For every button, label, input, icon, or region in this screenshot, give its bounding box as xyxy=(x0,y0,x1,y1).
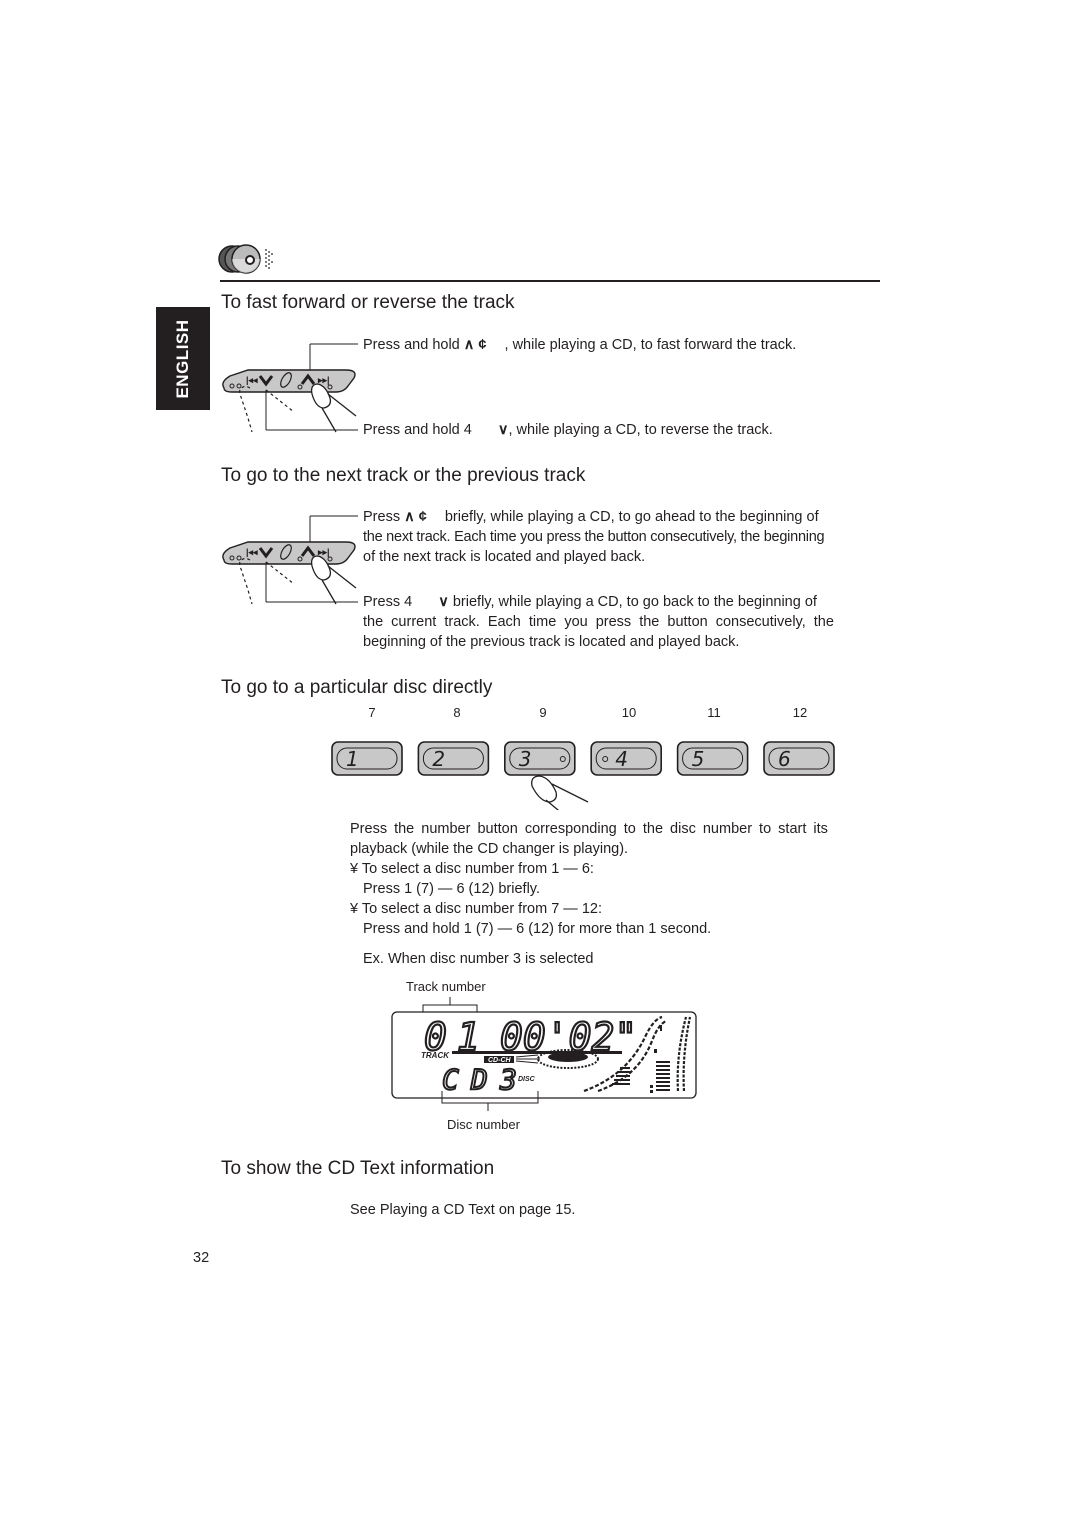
next-button-symbol: ∧ ¢ xyxy=(404,509,427,525)
disc-button-label: 2 xyxy=(432,747,445,771)
lcd-track-tag: TRACK xyxy=(421,1051,450,1060)
next-line-3: of the next track is located and played … xyxy=(363,549,646,565)
lcd-disc-tag: DISC xyxy=(518,1076,536,1083)
svg-text:▸▸|: ▸▸| xyxy=(317,375,330,385)
header-rule xyxy=(220,280,880,282)
alt-number-9: 9 xyxy=(539,705,547,720)
disc-button-label: 5 xyxy=(692,747,705,771)
ff-instruction-suffix: , while playing a CD, to fast forward th… xyxy=(504,337,797,353)
control-panel-illustration-2: |◂◂ ▸▸| xyxy=(218,510,360,615)
lcd-disc-digit: 3 xyxy=(499,1063,517,1096)
prev-track-instruction: Press 4 ∨ briefly, while playing a CD, t… xyxy=(363,592,880,652)
section-title-disc: To go to a particular disc directly xyxy=(221,677,493,698)
alt-number-7: 7 xyxy=(368,705,376,720)
disc-button-label: 1 xyxy=(346,747,359,771)
disc-button-4: 4 xyxy=(590,741,663,776)
language-tab-label: ENGLISH xyxy=(173,318,192,399)
disc-button-6: 6 xyxy=(763,741,835,776)
disc-button-label: 4 xyxy=(615,747,628,771)
example-caption: Ex. When disc number 3 is selected xyxy=(363,951,594,967)
disc-button-3: 3 xyxy=(504,741,576,776)
cdtext-reference: See Playing a CD Text on page 15. xyxy=(350,1202,576,1218)
fast-forward-button-symbol: ∧ ¢ xyxy=(463,337,487,353)
prev-line-1: Press 4 ∨ briefly, while playing a CD, t… xyxy=(363,592,880,612)
disc-instructions: Press the number button corresponding to… xyxy=(350,819,880,969)
disc-button-label: 3 xyxy=(519,747,532,771)
lcd-disc-text: CD xyxy=(442,1063,500,1096)
next-track-instruction: Press ∧ ¢ briefly, while playing a CD, t… xyxy=(363,507,880,567)
disc-button-5: 5 xyxy=(676,741,749,776)
section-title-ff-rew: To fast forward or reverse the track xyxy=(221,292,515,313)
bullet-select-7-12-detail: Press and hold 1 (7) — 6 (12) for more t… xyxy=(363,921,712,937)
bullet-select-1-6: ¥ To select a disc number from 1 — 6: xyxy=(350,861,594,877)
cd-changer-icon xyxy=(218,242,280,281)
disc-button-label: 6 xyxy=(778,747,791,771)
alt-number-8: 8 xyxy=(453,705,461,720)
bullet-select-1-6-detail: Press 1 (7) — 6 (12) briefly. xyxy=(363,881,541,897)
prev-button-symbol: ∨ xyxy=(438,594,449,610)
lcd-display-illustration: 01 00'02" TRACK CD-CH CD 3 DISC xyxy=(388,995,702,1125)
track-number-label: Track number xyxy=(406,979,486,994)
next-prefix: Press xyxy=(363,509,401,525)
control-panel-illustration-1: |◂◂ ▸▸| xyxy=(218,338,360,443)
prev-prefix: Press 4 xyxy=(363,594,413,610)
section-title-next-prev: To go to the next track or the previous … xyxy=(221,465,586,486)
svg-text:|◂◂: |◂◂ xyxy=(246,375,258,385)
prev-line-3: beginning of the previous track is locat… xyxy=(363,634,740,650)
number-buttons-illustration: 1 2 3 4 5 6 xyxy=(330,740,840,821)
svg-text:|◂◂: |◂◂ xyxy=(246,547,258,557)
language-tab: ENGLISH xyxy=(156,307,210,410)
next-line-1: Press ∧ ¢ briefly, while playing a CD, t… xyxy=(363,507,880,527)
reverse-button-symbol: ∨ xyxy=(497,422,509,438)
rew-instruction-prefix: Press and hold 4 xyxy=(363,422,472,438)
next-line-2: the next track. Each time you press the … xyxy=(363,529,825,545)
alt-number-12: 12 xyxy=(792,705,808,720)
page-number: 32 xyxy=(193,1250,210,1266)
prev-line-1-text: briefly, while playing a CD, to go back … xyxy=(452,594,817,610)
alt-number-10: 10 xyxy=(621,705,637,720)
disc-button-2: 2 xyxy=(417,741,490,776)
disc-para-line-1: Press the number button corresponding to… xyxy=(350,821,828,837)
rew-instruction: Press and hold 4 ∨, while playing a CD, … xyxy=(363,420,773,440)
ff-instruction: Press and hold ∧ ¢ , while playing a CD,… xyxy=(363,335,796,355)
ff-instruction-prefix: Press and hold xyxy=(363,337,460,353)
next-line-1-text: briefly, while playing a CD, to go ahead… xyxy=(444,509,819,525)
bullet-select-7-12: ¥ To select a disc number from 7 — 12: xyxy=(350,901,602,917)
alt-number-11: 11 xyxy=(707,705,721,720)
rew-instruction-suffix: , while playing a CD, to reverse the tra… xyxy=(508,422,773,438)
prev-line-2: the current track. Each time you press t… xyxy=(363,614,834,630)
disc-button-1: 1 xyxy=(331,741,403,776)
disc-para-line-2: playback (while the CD changer is playin… xyxy=(350,841,629,857)
svg-text:▸▸|: ▸▸| xyxy=(317,547,330,557)
finger-pressing-button xyxy=(531,775,558,803)
section-title-cdtext: To show the CD Text information xyxy=(221,1158,495,1179)
